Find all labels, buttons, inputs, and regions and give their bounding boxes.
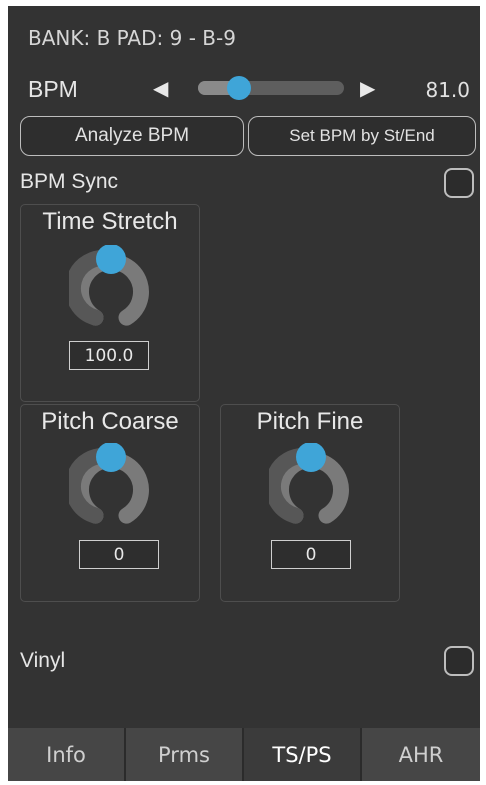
bpm-sync-checkbox[interactable]	[444, 168, 474, 198]
vinyl-checkbox[interactable]	[444, 646, 474, 676]
set-bpm-by-st-end-button[interactable]: Set BPM by St/End	[248, 116, 476, 156]
time-stretch-group: Time Stretch 100.0	[20, 204, 200, 402]
tab-info[interactable]: Info	[8, 728, 126, 781]
knob-indicator	[96, 443, 126, 472]
pitch-fine-knob[interactable]	[269, 443, 353, 527]
pitch-coarse-title: Pitch Coarse	[41, 408, 179, 435]
vinyl-label: Vinyl	[20, 649, 66, 672]
bpm-value: 81.0	[425, 78, 470, 102]
analyze-bpm-button-label: Analyze BPM	[74, 125, 190, 146]
bpm-label: BPM	[28, 76, 78, 102]
bank-pad-label: BANK: B PAD: 9 - B-9	[28, 26, 236, 50]
time-stretch-knob[interactable]	[69, 245, 153, 329]
tab-ahr[interactable]: AHR	[362, 728, 480, 781]
pitch-fine-value[interactable]: 0	[271, 540, 351, 569]
bpm-slider[interactable]	[198, 76, 344, 100]
tab-ahr-label: AHR	[398, 742, 444, 767]
pitch-coarse-group: Pitch Coarse 0	[20, 404, 200, 602]
knob-indicator	[296, 443, 326, 472]
set-bpm-button-label: Set BPM by St/End	[289, 126, 435, 145]
time-stretch-title: Time Stretch	[42, 208, 178, 235]
bpm-increase-arrow-icon[interactable]: ▶	[360, 78, 375, 98]
pitch-coarse-knob[interactable]	[69, 443, 153, 527]
pitch-fine-title: Pitch Fine	[256, 408, 364, 435]
pitch-coarse-value[interactable]: 0	[79, 540, 159, 569]
tab-prms[interactable]: Prms	[126, 728, 244, 781]
time-stretch-value[interactable]: 100.0	[69, 341, 149, 370]
tab-ts-ps-label: TS/PS	[272, 742, 332, 767]
sampler-panel: BANK: B PAD: 9 - B-9 BPM ◀ ▶ 81.0 Analyz…	[8, 6, 480, 781]
tab-prms-label: Prms	[158, 742, 210, 767]
bpm-slider-thumb[interactable]	[226, 76, 251, 100]
bpm-decrease-arrow-icon[interactable]: ◀	[153, 78, 168, 98]
pitch-fine-group: Pitch Fine 0	[220, 404, 400, 602]
knob-indicator	[96, 245, 126, 274]
tab-ts-ps[interactable]: TS/PS	[244, 728, 362, 781]
analyze-bpm-button[interactable]: Analyze BPM	[20, 116, 244, 156]
bpm-sync-label: BPM Sync	[20, 170, 119, 193]
tab-info-label: Info	[46, 742, 86, 767]
